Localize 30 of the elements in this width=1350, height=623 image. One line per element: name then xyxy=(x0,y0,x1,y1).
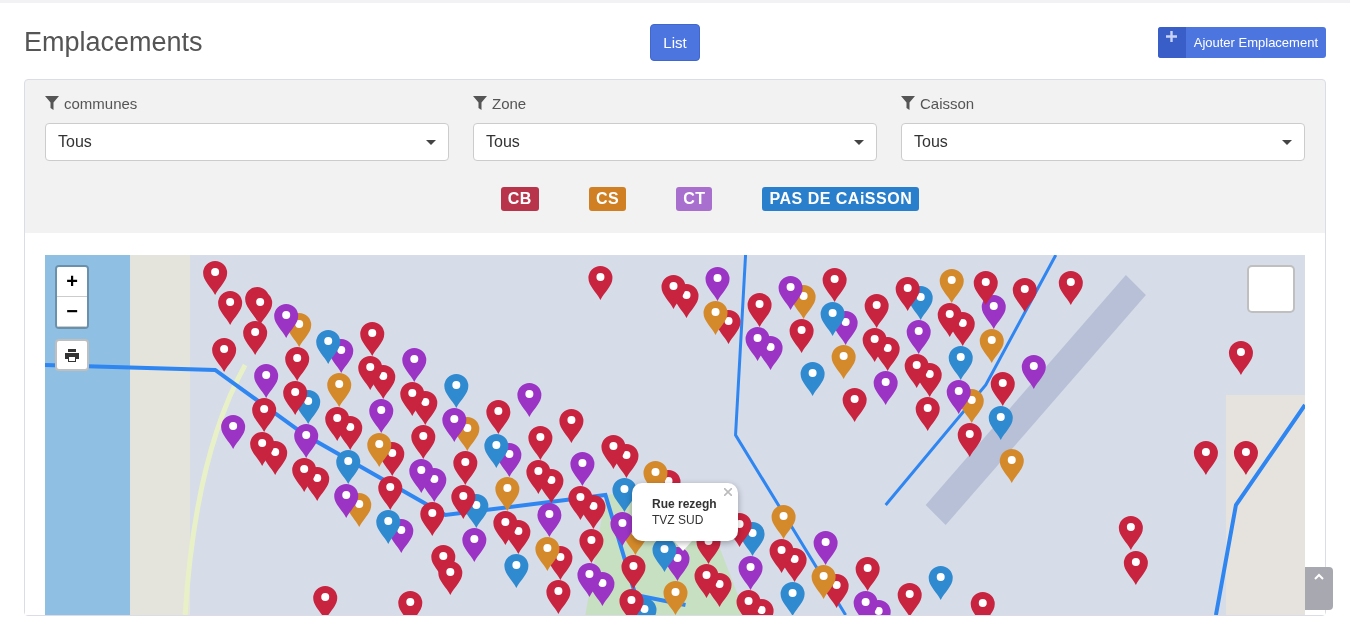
filter-icon xyxy=(901,96,915,110)
layer-control[interactable] xyxy=(1247,265,1295,313)
popup-subtitle: TVZ SUD xyxy=(652,512,705,528)
zoom-out-button[interactable]: − xyxy=(57,297,87,327)
caret-up-icon xyxy=(1314,573,1324,580)
print-button[interactable] xyxy=(55,339,89,371)
filter-icon xyxy=(473,96,487,110)
caret-icon xyxy=(1282,139,1292,145)
filter-label: Caisson xyxy=(920,94,975,112)
caret-icon xyxy=(426,139,436,145)
legend-tag: CS xyxy=(588,187,627,211)
close-icon[interactable] xyxy=(724,488,732,496)
filter-dropdown[interactable]: Tous xyxy=(473,123,877,161)
plus-icon xyxy=(1166,30,1178,42)
zoom-in-button[interactable]: + xyxy=(57,267,87,297)
list-button[interactable]: List xyxy=(650,23,700,61)
add-location-button[interactable]: Ajouter Emplacement xyxy=(1157,26,1326,58)
scroll-top-button[interactable] xyxy=(1305,567,1333,610)
page-title: Emplacements xyxy=(24,26,204,58)
legend-tag: CT xyxy=(676,187,713,211)
filter-label: communes xyxy=(64,94,138,112)
filter-icon xyxy=(45,96,59,110)
caret-icon xyxy=(854,139,864,145)
filter-label: Zone xyxy=(492,94,527,112)
print-icon xyxy=(65,348,79,362)
popup-title: Rue rezegh xyxy=(652,496,718,512)
filter-dropdown[interactable]: Tous xyxy=(901,123,1305,161)
filter-dropdown[interactable]: Tous xyxy=(45,123,449,161)
legend-tag: CB xyxy=(500,187,539,211)
legend-tag: PAS DE CAiSSON xyxy=(762,187,920,211)
